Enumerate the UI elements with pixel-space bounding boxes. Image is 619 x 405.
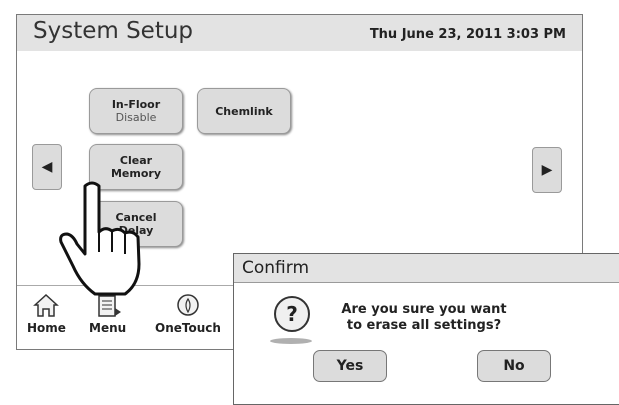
in-floor-label: In-Floor: [111, 98, 161, 111]
menu-label: Menu: [89, 321, 127, 335]
page-title: System Setup: [33, 18, 194, 44]
left-arrow-icon: ◀: [41, 159, 53, 175]
datetime: Thu June 23, 2011 3:03 PM: [369, 27, 566, 42]
yes-button[interactable]: Yes: [313, 350, 387, 382]
dialog-title-bar: Confirm: [234, 254, 619, 283]
question-icon-shadow: [270, 338, 312, 344]
confirm-dialog: Confirm ? Are you sure you want to erase…: [233, 253, 619, 405]
in-floor-button[interactable]: In-Floor Disable: [89, 88, 183, 134]
right-arrow-icon: ▶: [541, 162, 553, 178]
onetouch-label: OneTouch: [155, 321, 221, 335]
dialog-message-line1: Are you sure you want: [341, 302, 507, 317]
chemlink-button[interactable]: Chemlink: [197, 88, 291, 134]
question-mark: ?: [286, 302, 298, 326]
no-button[interactable]: No: [477, 350, 551, 382]
question-icon: ?: [274, 296, 310, 332]
chemlink-label: Chemlink: [215, 104, 273, 118]
onetouch-icon: [177, 294, 199, 316]
home-label: Home: [27, 321, 66, 335]
in-floor-status: Disable: [115, 111, 157, 124]
no-label: No: [503, 358, 525, 374]
clear-memory-line1: Clear: [119, 154, 153, 167]
right-arrow-button[interactable]: ▶: [532, 147, 562, 193]
dialog-title: Confirm: [242, 258, 310, 278]
dialog-message: Are you sure you want to erase all setti…: [334, 302, 514, 334]
dialog-message-line2: to erase all settings?: [346, 318, 502, 333]
onetouch-nav-button[interactable]: OneTouch: [155, 291, 221, 335]
yes-label: Yes: [336, 358, 364, 374]
clear-memory-line2: Memory: [110, 167, 162, 180]
title-bar: System Setup Thu June 23, 2011 3:03 PM: [17, 15, 582, 51]
pointing-hand-icon: [55, 180, 155, 304]
